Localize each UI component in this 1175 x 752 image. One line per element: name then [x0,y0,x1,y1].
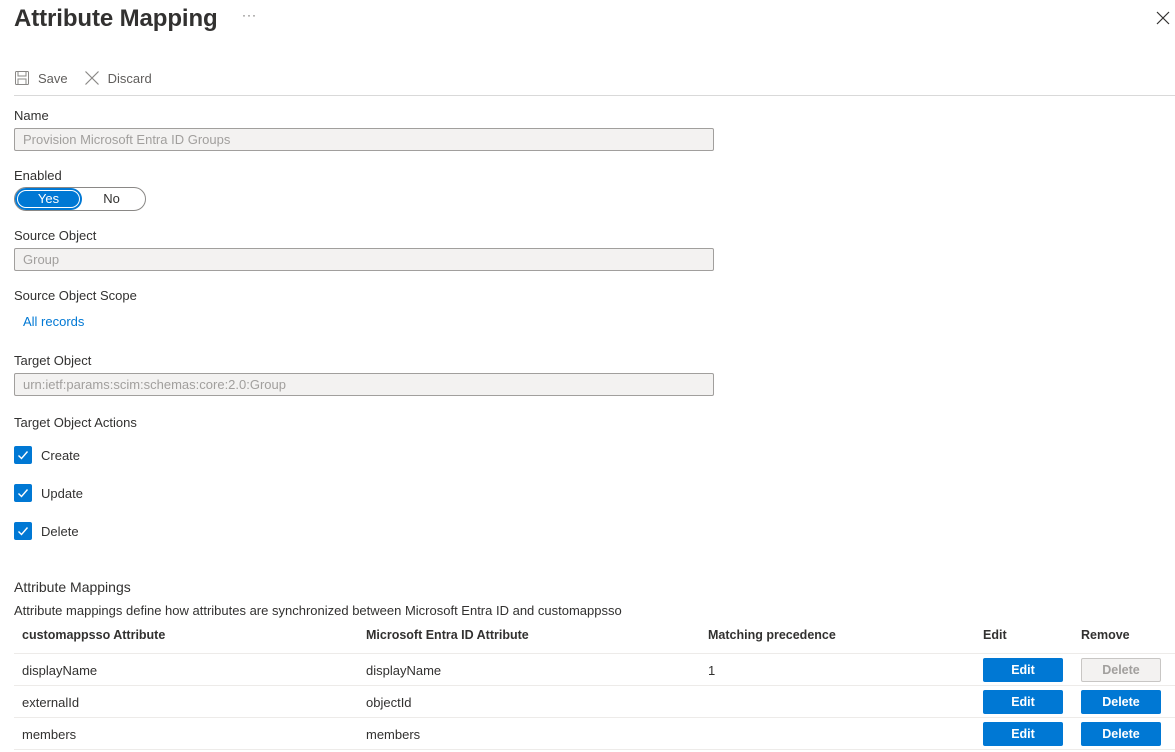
create-checkbox[interactable]: Create [14,446,80,464]
row2-delete-button[interactable]: Delete [1081,690,1161,714]
name-label: Name [14,108,49,123]
checkmark-icon [14,484,32,502]
row3-target-attribute: members [22,727,77,742]
save-icon [15,71,29,85]
source-object-label: Source Object [14,228,97,243]
row1-edit-button[interactable]: Edit [983,658,1063,682]
source-scope-link[interactable]: All records [23,314,84,329]
source-object-field: Group [14,248,714,271]
delete-checkbox[interactable]: Delete [14,522,79,540]
source-scope-label: Source Object Scope [14,288,137,303]
enabled-no-option[interactable]: No [80,190,143,208]
row-divider [14,685,1175,686]
row3-delete-button[interactable]: Delete [1081,722,1161,746]
row-divider [14,749,1175,750]
create-checkbox-label: Create [41,447,81,463]
row1-precedence: 1 [708,663,716,678]
target-actions-label: Target Object Actions [14,415,137,430]
column-header-source-attribute: Microsoft Entra ID Attribute [366,628,529,642]
attribute-mappings-description: Attribute mappings define how attributes… [14,603,622,618]
row3-edit-button[interactable]: Edit [983,722,1063,746]
name-field: Provision Microsoft Entra ID Groups [14,128,714,151]
enabled-label: Enabled [14,168,62,183]
checkmark-icon [14,522,32,540]
column-header-remove: Remove [1081,628,1130,642]
checkmark-icon [14,446,32,464]
row1-source-attribute: displayName [366,663,442,678]
page-title: Attribute Mapping [14,5,218,32]
target-object-field: urn:ietf:params:scim:schemas:core:2.0:Gr… [14,373,714,396]
update-checkbox[interactable]: Update [14,484,83,502]
column-header-matching-precedence: Matching precedence [708,628,836,642]
toolbar-divider [14,95,1175,96]
discard-label: Discard [107,70,152,86]
enabled-yes-option[interactable]: Yes [17,190,80,208]
close-icon[interactable] [1155,10,1171,26]
update-checkbox-label: Update [41,485,83,501]
header-divider [14,653,1175,654]
column-header-target-attribute: customappsso Attribute [22,628,166,642]
delete-checkbox-label: Delete [41,523,79,539]
row2-source-attribute: objectId [366,695,412,710]
row1-delete-button: Delete [1081,658,1161,682]
discard-icon [84,71,99,85]
target-object-label: Target Object [14,353,92,368]
row3-source-attribute: members [366,727,421,742]
row1-target-attribute: displayName [22,663,98,678]
column-header-edit: Edit [983,628,1007,642]
row2-target-attribute: externalId [22,695,80,710]
row2-edit-button[interactable]: Edit [983,690,1063,714]
save-button[interactable]: Save [14,70,68,86]
save-label: Save [38,70,68,86]
row-divider [14,717,1175,718]
attribute-mappings-title: Attribute Mappings [14,579,131,595]
enabled-toggle: Yes No [14,187,146,211]
discard-button[interactable]: Discard [84,70,152,86]
command-bar: Save Discard [14,64,168,92]
more-options-button[interactable]: ··· [242,8,257,22]
